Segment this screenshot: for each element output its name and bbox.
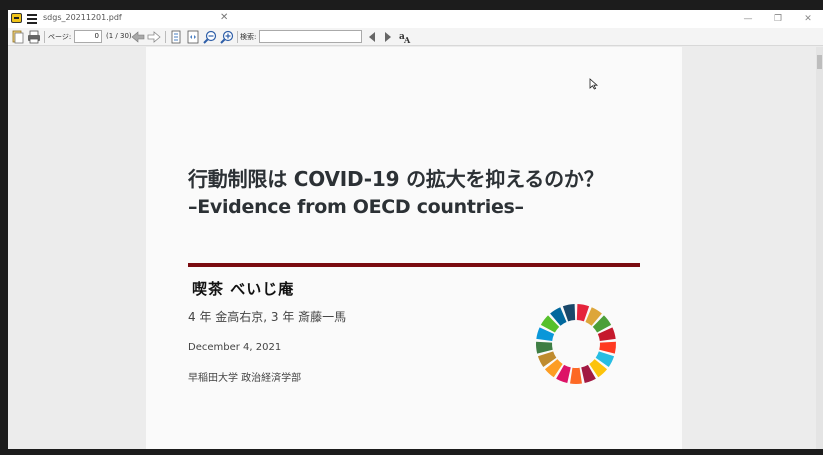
page-number-input[interactable]: 0 [74,30,102,43]
zoom-in-icon[interactable] [220,30,234,44]
search-input[interactable] [259,30,362,43]
search-label: 検索: [240,33,257,41]
fit-page-icon[interactable] [169,30,183,44]
team-name: 喫茶 べいじ庵 [192,280,295,298]
open-file-icon[interactable] [11,30,25,44]
fit-width-icon[interactable] [186,30,200,44]
toolbar-divider [165,31,166,43]
window-controls: — ❐ ✕ [733,10,823,28]
scrollbar-thumb[interactable] [817,55,822,69]
document-tab-title[interactable]: sdgs_20211201.pdf [43,13,122,22]
next-page-icon[interactable] [147,30,161,44]
match-case-icon[interactable]: a A [398,30,412,44]
previous-page-icon[interactable] [131,30,145,44]
find-previous-icon[interactable] [367,30,377,44]
toolbar-divider [237,31,238,43]
restore-button[interactable]: ❐ [763,10,793,28]
sdg-wheel-segment [536,341,553,354]
title-rule [188,263,640,267]
close-window-button[interactable]: ✕ [793,10,823,28]
minimize-button[interactable]: — [733,10,763,28]
mouse-cursor-icon [589,78,599,90]
zoom-out-icon[interactable] [203,30,217,44]
vertical-scrollbar[interactable] [816,47,823,449]
toolbar: ページ: 0 (1 / 30) 検索: a A [8,28,823,46]
page-label: ページ: [48,33,72,41]
svg-text:A: A [403,35,411,44]
print-icon[interactable] [27,30,41,44]
app-window: sdgs_20211201.pdf ✕ — ❐ ✕ ページ: 0 (1 / 30… [8,10,823,449]
find-next-icon[interactable] [383,30,393,44]
title-bar: sdgs_20211201.pdf ✕ — ❐ ✕ [8,10,823,28]
toolbar-divider [44,31,45,43]
sdg-wheel-logo [536,304,616,384]
menu-icon[interactable] [27,14,37,24]
affiliation: 早稲田大学 政治経済学部 [188,373,302,384]
sdg-wheel-segment [599,341,616,354]
presentation-date: December 4, 2021 [188,342,282,353]
authors: 4 年 金高右京, 3 年 斎藤一馬 [188,310,347,324]
slide-title: 行動制限は COVID-19 の拡大を抑えるのか？ [188,167,604,191]
pdf-page: 行動制限は COVID-19 の拡大を抑えるのか？ –Evidence from… [146,47,682,449]
sdg-wheel-segment [570,367,582,384]
page-count: (1 / 30) [106,32,132,40]
sumatra-app-icon [11,13,22,23]
slide-subtitle: –Evidence from OECD countries– [188,196,524,218]
tab-close-icon[interactable]: ✕ [220,12,228,23]
